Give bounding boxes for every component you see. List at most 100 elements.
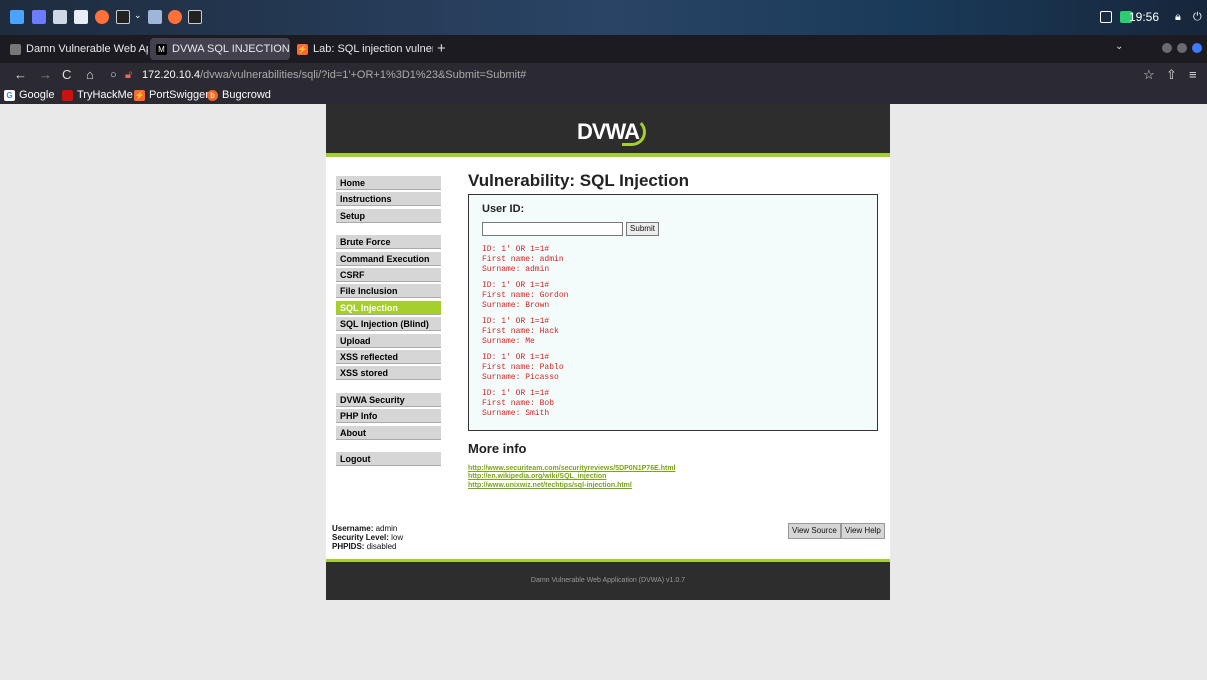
app-menu-icon[interactable] [10, 10, 24, 24]
page-viewport: DVWA Home Instructions Setup Brute Force Com… [0, 104, 1207, 680]
result-id: ID: 1' OR 1=1# [482, 245, 550, 254]
result-id: ID: 1' OR 1=1# [482, 353, 550, 362]
editor-icon[interactable] [74, 10, 88, 24]
navigation-bar: ← → C ⌂ ○ 🔓︎ 172.20.10.4/dvwa/vulnerabil… [0, 63, 1207, 88]
sidebar-item-about[interactable]: About [336, 425, 441, 440]
chevron-down-icon[interactable]: ⌄ [134, 10, 142, 24]
result-surname: Surname: admin [482, 265, 550, 274]
tryhackme-icon [62, 89, 73, 101]
window-icon[interactable] [148, 10, 162, 24]
new-tab-button[interactable]: + [437, 40, 446, 57]
vulnerable-code-area: User ID: Submit ID: 1' OR 1=1# First name… [468, 194, 878, 431]
medium-icon: M [156, 43, 167, 55]
view-source-button[interactable]: View Source [788, 523, 841, 539]
tab-label: Damn Vulnerable Web Ap [26, 43, 148, 55]
sidebar-item-xss-reflected[interactable]: XSS reflected [336, 350, 441, 364]
sidebar-item-dvwa-security[interactable]: DVWA Security [336, 392, 441, 407]
sidebar-item-xss-stored[interactable]: XSS stored [336, 366, 441, 381]
view-help-button[interactable]: View Help [841, 523, 885, 539]
security-level-value: low [391, 533, 404, 542]
power-icon[interactable]: ⏻ [1193, 11, 1205, 23]
bookmarks-toolbar: G Google TryHackMe ⚡ PortSwigger b Bugcr… [0, 88, 1207, 104]
sidebar-item-home[interactable]: Home [336, 176, 441, 190]
dvwa-container: DVWA Home Instructions Setup Brute Force Com… [326, 104, 890, 600]
bookmark-google[interactable]: G Google [4, 89, 54, 101]
phpids-value: disabled [366, 542, 397, 551]
sidebar-item-upload[interactable]: Upload [336, 333, 441, 348]
forward-button[interactable]: → [39, 67, 52, 82]
sidebar-item-sql-injection-blind[interactable]: SQL Injection (Blind) [336, 317, 441, 332]
minimize-button[interactable] [1162, 43, 1172, 53]
sidebar-item-brute-force[interactable]: Brute Force [336, 235, 441, 250]
terminal-running-icon[interactable] [188, 10, 202, 24]
user-id-label: User ID: [482, 203, 525, 215]
page-icon [10, 43, 21, 55]
result-first: First name: Gordon [482, 291, 569, 300]
back-button[interactable]: ← [14, 67, 27, 82]
link-unixwiz[interactable]: http://www.unixwiz.net/techtips/sql-inje… [468, 482, 632, 489]
result-row: ID: 1' OR 1=1# First name: Gordon Surname:… [482, 281, 568, 311]
portswigger-icon: ⚡ [134, 89, 145, 101]
result-id: ID: 1' OR 1=1# [482, 389, 550, 398]
result-row: ID: 1' OR 1=1# First name: Hack Surname: M… [482, 317, 559, 347]
result-row: ID: 1' OR 1=1# First name: admin Surname: … [482, 245, 564, 275]
result-surname: Surname: Picasso [482, 373, 559, 382]
link-securiteam[interactable]: http://www.securiteam.com/securityreview… [468, 465, 675, 472]
result-surname: Surname: Me [482, 337, 535, 346]
sidebar-item-php-info[interactable]: PHP Info [336, 409, 441, 424]
result-first: First name: Bob [482, 399, 555, 408]
dvwa-footer: Damn Vulnerable Web Application (DVWA) v… [326, 559, 890, 600]
url-path: /dvwa/vulnerabilities/sqli/?id=1'+OR+1%3… [200, 69, 527, 81]
sidebar-item-instructions[interactable]: Instructions [336, 192, 441, 207]
file-manager-icon[interactable] [53, 10, 67, 24]
clock[interactable]: 19:56 [1129, 10, 1159, 24]
google-icon: G [4, 89, 15, 101]
tab-sql-injection-article[interactable]: M DVWA SQL INJECTION. | × [150, 38, 290, 60]
portswigger-icon: ⚡ [297, 43, 308, 55]
tab-dvwa-home[interactable]: Damn Vulnerable Web Ap × [4, 38, 148, 60]
sidebar-item-sql-injection[interactable]: SQL Injection [336, 300, 441, 315]
sidebar-item-logout[interactable]: Logout [336, 452, 441, 466]
share-icon[interactable]: ⇧ [1166, 67, 1177, 83]
url-host: 172.20.10.4 [142, 69, 201, 81]
menu-icon[interactable]: ≡ [1189, 67, 1197, 82]
maximize-button[interactable] [1177, 43, 1187, 53]
close-window-button[interactable] [1192, 43, 1202, 53]
firefox-icon[interactable] [95, 10, 109, 24]
result-row: ID: 1' OR 1=1# First name: Bob Surname: Sm… [482, 389, 554, 419]
user-id-input[interactable] [482, 222, 623, 236]
result-first: First name: Hack [482, 327, 559, 336]
bookmark-tryhackme[interactable]: TryHackMe [62, 89, 133, 101]
result-surname: Surname: Brown [482, 301, 550, 310]
tab-label: Lab: SQL injection vulner [313, 43, 433, 55]
terminal-icon[interactable] [116, 10, 130, 24]
bookmark-bugcrowd[interactable]: b Bugcrowd [207, 89, 271, 101]
user-info: Username: admin Security Level: low PHPI… [332, 524, 404, 551]
workspace-icon[interactable] [32, 10, 46, 24]
reload-button[interactable]: C [62, 67, 71, 82]
firefox-running-icon[interactable] [168, 10, 182, 24]
sidebar-item-setup[interactable]: Setup [336, 208, 441, 223]
dvwa-logo: DVWA [572, 114, 646, 150]
insecure-lock-icon[interactable]: 🔓︎ [125, 69, 132, 82]
sidebar-item-csrf[interactable]: CSRF [336, 268, 441, 282]
tab-list-button[interactable]: ⌄ [1115, 41, 1123, 52]
result-first: First name: Pablo [482, 363, 564, 372]
shield-icon[interactable]: ○ [110, 69, 117, 81]
logo-swoosh [622, 118, 646, 146]
url-bar[interactable]: 172.20.10.4/dvwa/vulnerabilities/sqli/?i… [142, 69, 526, 81]
bookmark-star-icon[interactable]: ☆ [1143, 67, 1155, 83]
sidebar-item-command-execution[interactable]: Command Execution [336, 251, 441, 266]
os-taskbar: ⌄ 19:56 🔒︎ ⏻ [0, 0, 1207, 35]
home-button[interactable]: ⌂ [86, 67, 94, 82]
lock-icon[interactable]: 🔒︎ [1175, 11, 1187, 23]
tab-portswigger-lab[interactable]: ⚡ Lab: SQL injection vulner × [291, 38, 433, 60]
username-value: admin [375, 524, 398, 533]
sidebar-item-file-inclusion[interactable]: File Inclusion [336, 284, 441, 299]
monitor-tray-icon[interactable] [1100, 11, 1112, 23]
page-title: Vulnerability: SQL Injection [468, 171, 690, 190]
link-wikipedia[interactable]: http://en.wikipedia.org/wiki/SQL_injecti… [468, 473, 606, 480]
submit-button[interactable]: Submit [626, 222, 659, 236]
bookmark-portswigger[interactable]: ⚡ PortSwigger [134, 89, 209, 101]
result-id: ID: 1' OR 1=1# [482, 317, 550, 326]
